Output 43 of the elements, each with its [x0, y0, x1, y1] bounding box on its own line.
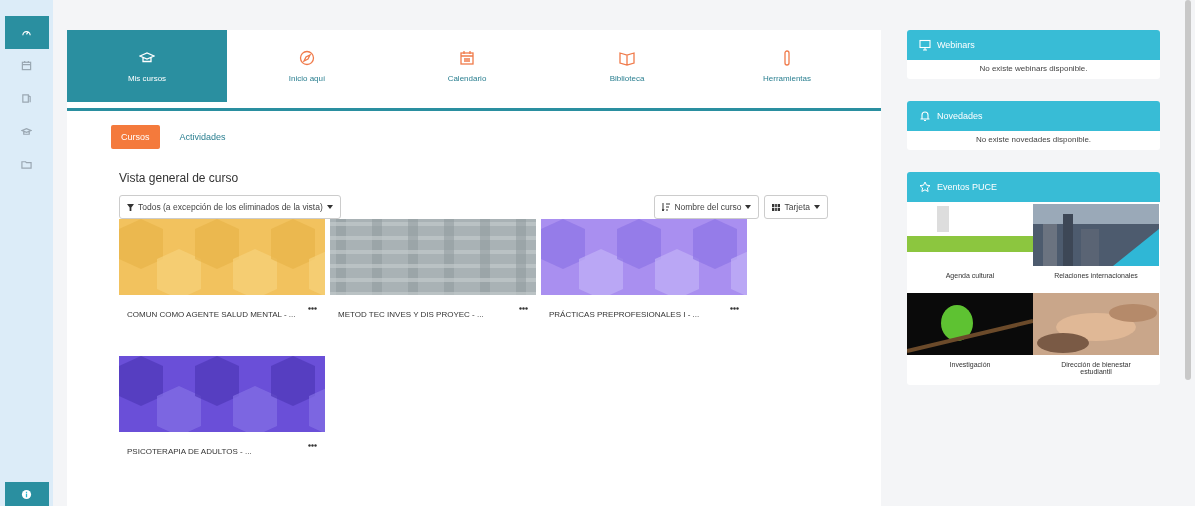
- nav-tab[interactable]: Herramientas: [707, 30, 867, 102]
- nav-tab[interactable]: Inicio aquí: [227, 30, 387, 102]
- view-dropdown[interactable]: Tarjeta: [764, 195, 828, 219]
- bell-icon: [919, 110, 931, 122]
- scrollbar[interactable]: [1185, 0, 1191, 380]
- nav-tab[interactable]: Mis cursos: [67, 30, 227, 102]
- monitor-icon: [919, 39, 931, 51]
- grid-icon: [772, 203, 781, 211]
- course-title[interactable]: PRÁCTICAS PREPROFESIONALES I - ...: [549, 307, 700, 323]
- empty-message: No existe webinars disponible.: [978, 63, 1089, 75]
- caret-icon: [814, 205, 820, 209]
- folder-icon: [21, 159, 32, 170]
- help-button[interactable]: [4, 482, 49, 506]
- more-icon: [308, 444, 317, 447]
- sidebar-item[interactable]: [4, 16, 49, 49]
- calendar-icon: [21, 60, 32, 71]
- course-title[interactable]: PSICOTERAPIA DE ADULTOS - ...: [127, 444, 252, 460]
- book-icon: [619, 49, 635, 66]
- block-title: Novedades: [937, 111, 983, 121]
- block-title: Eventos PUCE: [937, 182, 998, 192]
- caret-icon: [326, 205, 333, 209]
- section-title: Vista general de curso: [119, 171, 240, 185]
- course-title[interactable]: METOD TEC INVES Y DIS PROYEC - ...: [338, 307, 484, 323]
- filter-icon: [127, 203, 134, 211]
- more-icon: [308, 307, 317, 310]
- caret-icon: [745, 205, 752, 209]
- info-icon: [21, 488, 32, 500]
- subtab[interactable]: Actividades: [169, 125, 236, 149]
- sort-icon: [662, 203, 671, 211]
- graduation-cap-icon: [21, 126, 32, 137]
- star-icon: [919, 181, 931, 193]
- book-icon: [21, 93, 32, 104]
- sort-dropdown[interactable]: Nombre del curso: [654, 195, 760, 219]
- block-title: Webinars: [937, 40, 975, 50]
- more-icon: [730, 307, 739, 310]
- calendar-icon: [459, 49, 475, 66]
- more-icon: [519, 307, 528, 310]
- nav-tab[interactable]: Calendario: [387, 30, 547, 102]
- compass-icon: [299, 49, 315, 66]
- nav-tab[interactable]: Biblioteca: [547, 30, 707, 102]
- course-title[interactable]: COMUN COMO AGENTE SALUD MENTAL - ...: [127, 307, 296, 323]
- filter-dropdown[interactable]: Todos (a excepción de los eliminados de la vista): [119, 195, 341, 219]
- empty-message: No existe novedades disponible.: [974, 134, 1093, 146]
